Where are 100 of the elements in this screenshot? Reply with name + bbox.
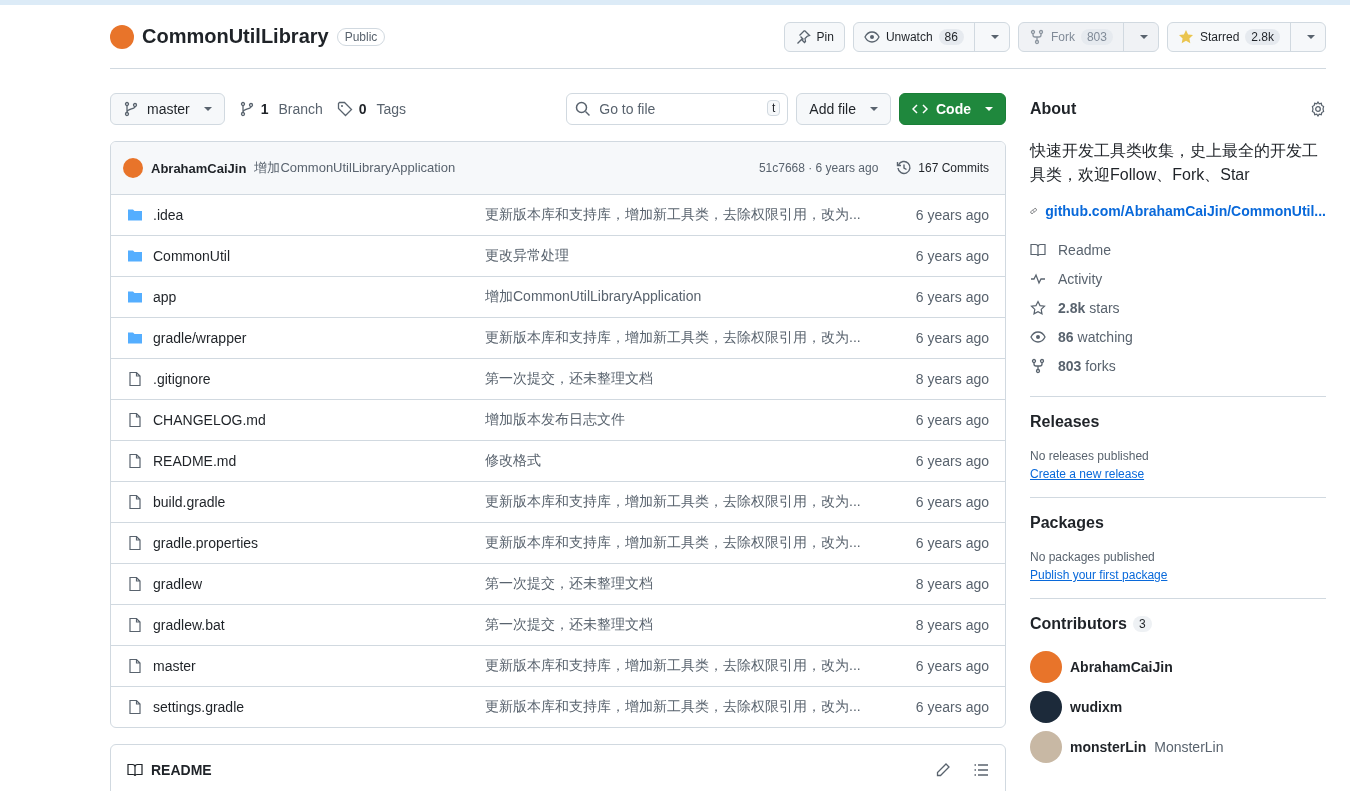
commit-message-link[interactable]: 第一次提交，还未整理文档 [485, 370, 906, 388]
create-release-link[interactable]: Create a new release [1030, 467, 1145, 481]
code-button[interactable]: Code [899, 93, 1006, 125]
contributor-login[interactable]: AbrahamCaiJin [1070, 659, 1173, 675]
watch-button[interactable]: Unwatch 86 [853, 22, 974, 51]
fork-icon [1030, 357, 1046, 374]
commit-message-link[interactable]: 增加版本发布日志文件 [485, 411, 906, 429]
contributor-name: MonsterLin [1154, 739, 1224, 755]
commit-meta: 51c7668 · 6 years ago [758, 161, 879, 175]
folder-icon [127, 289, 143, 305]
file-icon [127, 535, 143, 551]
file-name-link[interactable]: gradle.properties [153, 535, 475, 551]
count-badge: 86 [938, 28, 964, 45]
commit-message[interactable]: 增加CommonUtilLibraryApplication [254, 159, 456, 177]
file-name-link[interactable]: gradle/wrapper [153, 330, 475, 346]
file-name-link[interactable]: gradlew [153, 576, 475, 592]
file-name-link[interactable]: app [153, 289, 475, 305]
fork-icon [1028, 28, 1045, 45]
readme-link[interactable]: Readme [1030, 235, 1326, 264]
commit-message-link[interactable]: 更新版本库和支持库，增加新工具类，去除权限引用，改为... [485, 698, 906, 716]
history-icon [896, 160, 913, 176]
about-heading: About [1030, 100, 1077, 118]
releases-heading: Releases [1030, 413, 1101, 431]
list-icon[interactable] [973, 762, 989, 778]
file-icon [127, 658, 143, 674]
commits-link[interactable]: 167 Commits [896, 160, 989, 176]
forks-link[interactable]: 803 forks [1030, 351, 1326, 380]
readme-title: README [151, 762, 212, 778]
releases-note: No releases published [1030, 449, 1150, 463]
commit-time: 6 years ago [915, 412, 989, 428]
caret-icon [1139, 34, 1148, 39]
commit-time: 6 years ago [915, 535, 989, 551]
publish-package-link[interactable]: Publish your first package [1030, 568, 1168, 582]
repo-name[interactable]: CommonUtilLibrary [142, 25, 329, 48]
branch-button[interactable]: master [110, 93, 225, 125]
commit-time: 6 years ago [915, 207, 989, 223]
watching-link[interactable]: 86 watching [1030, 322, 1326, 351]
commit-time: 6 years ago [915, 453, 989, 469]
file-icon [127, 371, 143, 387]
commit-time: 6 years ago [915, 699, 989, 715]
commit-message-link[interactable]: 更新版本库和支持库，增加新工具类，去除权限引用，改为... [485, 329, 906, 347]
commit-message-link[interactable]: 第一次提交，还未整理文档 [485, 616, 906, 634]
count-badge: 2.8k [1245, 28, 1280, 45]
file-name-link[interactable]: master [153, 658, 475, 674]
packages-note: No packages published [1030, 550, 1156, 564]
folder-icon [127, 248, 143, 264]
pencil-icon[interactable] [935, 762, 951, 778]
file-name-link[interactable]: .gitignore [153, 371, 475, 387]
website-link[interactable]: github.com/AbrahamCaiJin/CommonUtil... [1030, 203, 1326, 219]
file-name-link[interactable]: settings.gradle [153, 699, 475, 715]
avatar [110, 24, 134, 49]
file-name-link[interactable]: .idea [153, 207, 475, 223]
file-name-link[interactable]: README.md [153, 453, 475, 469]
caret-icon [985, 107, 993, 111]
eye-icon [1030, 328, 1046, 345]
contributor-login[interactable]: monsterLin [1070, 739, 1147, 755]
file-icon [127, 576, 143, 592]
book-icon [127, 762, 143, 778]
commit-message-link[interactable]: 修改格式 [485, 452, 906, 470]
file-icon [127, 453, 143, 469]
star-button[interactable]: Starred 2.8k [1167, 22, 1290, 51]
book-icon [1030, 241, 1046, 258]
activity-link[interactable]: Activity [1030, 264, 1326, 293]
branch-icon [238, 101, 255, 117]
file-name-link[interactable]: build.gradle [153, 494, 475, 510]
branches-link[interactable]: 1 Branch [238, 101, 323, 117]
file-name-link[interactable]: CommonUtil [153, 248, 475, 264]
avatar [123, 158, 143, 178]
contributor-login[interactable]: wudixm [1070, 699, 1123, 715]
branch-icon [123, 101, 139, 117]
count-badge: 803 [1080, 28, 1113, 45]
commit-time: 6 years ago [915, 330, 989, 346]
repo-description: 快速开发工具类收集，史上最全的开发工具类，欢迎Follow、Fork、Star [1030, 141, 1319, 185]
file-icon [127, 699, 143, 715]
folder-icon [127, 330, 143, 346]
commit-author[interactable]: AbrahamCaiJin [151, 160, 247, 176]
commit-message-link[interactable]: 更新版本库和支持库，增加新工具类，去除权限引用，改为... [485, 534, 906, 552]
add-file-button[interactable]: Add file [796, 93, 891, 125]
commit-message-link[interactable]: 增加CommonUtilLibraryApplication [485, 288, 906, 306]
file-name-link[interactable]: CHANGELOG.md [153, 412, 475, 428]
commit-message-link[interactable]: 更新版本库和支持库，增加新工具类，去除权限引用，改为... [485, 657, 906, 675]
commit-time: 8 years ago [915, 617, 989, 633]
settings-icon[interactable] [1310, 101, 1326, 117]
file-icon [127, 494, 143, 510]
file-icon [127, 412, 143, 428]
commit-message-link[interactable]: 第一次提交，还未整理文档 [485, 575, 906, 593]
stars-link[interactable]: 2.8k stars [1030, 293, 1326, 322]
file-name-link[interactable]: gradlew.bat [153, 617, 475, 633]
commit-message-link[interactable]: 更改异常处理 [485, 247, 906, 265]
pin-button[interactable]: Pin [784, 22, 844, 51]
commit-time: 8 years ago [915, 576, 989, 592]
star-icon [1177, 28, 1194, 45]
contributors-heading: Contributors [1030, 615, 1127, 633]
avatar[interactable] [1030, 691, 1062, 723]
file-icon [127, 617, 143, 633]
commit-message-link[interactable]: 更新版本库和支持库，增加新工具类，去除权限引用，改为... [485, 206, 906, 224]
tags-link[interactable]: 0 Tags [336, 101, 407, 117]
commit-message-link[interactable]: 更新版本库和支持库，增加新工具类，去除权限引用，改为... [485, 493, 906, 511]
star-icon [1030, 299, 1046, 316]
caret-icon [1307, 34, 1315, 39]
